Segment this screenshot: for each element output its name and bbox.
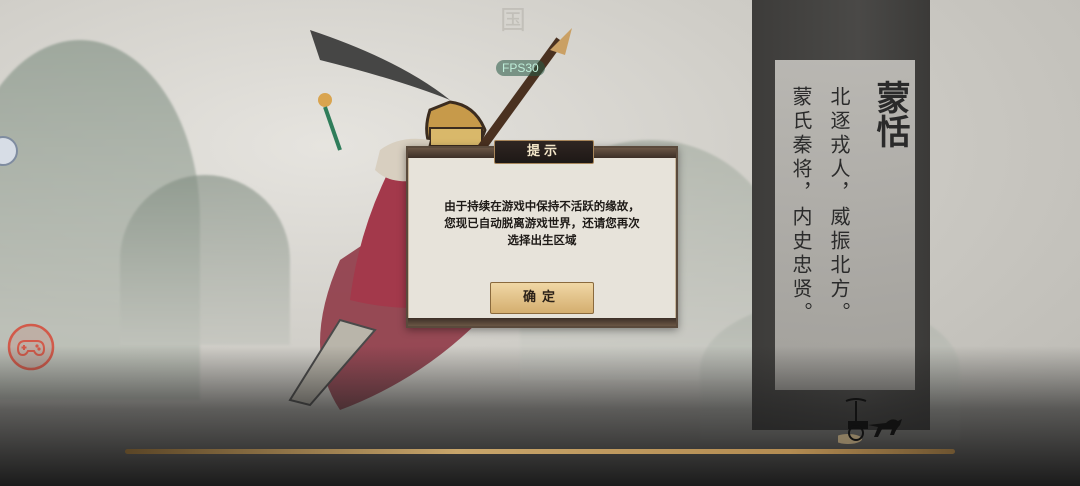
ink-fog	[0, 346, 1080, 486]
confirm-button[interactable]: 确定	[490, 282, 594, 314]
ground-line	[125, 449, 955, 454]
game-scene: 国 FPS30 蒙恬 北逐戎人，威振北方。 蒙氏秦将，内史忠贤。 提示 由于持续…	[0, 0, 1080, 486]
dialog-message: 由于持续在游戏中保持不活跃的缘故， 您现已自动脱离游戏世界，还请您再次 选择出生…	[426, 198, 658, 249]
hero-verse-line-2: 蒙氏秦将，内史忠贤。	[789, 86, 813, 326]
chariot-icon	[838, 398, 902, 444]
hero-name: 蒙恬	[870, 80, 910, 148]
hero-verse-line-1: 北逐戎人，威振北方。	[827, 86, 851, 326]
dialog-message-line: 选择出生区域	[507, 233, 577, 247]
dialog-message-line: 由于持续在游戏中保持不活跃的缘故，	[444, 199, 640, 213]
dialog-title: 提示	[494, 140, 594, 164]
dialog-bottom-border	[408, 318, 676, 326]
fps-counter: FPS30	[496, 60, 545, 76]
notice-dialog: 提示 由于持续在游戏中保持不活跃的缘故， 您现已自动脱离游戏世界，还请您再次 选…	[406, 140, 678, 328]
mountain-middle	[120, 175, 290, 345]
dialog-message-line: 您现已自动脱离游戏世界，还请您再次	[444, 216, 640, 230]
